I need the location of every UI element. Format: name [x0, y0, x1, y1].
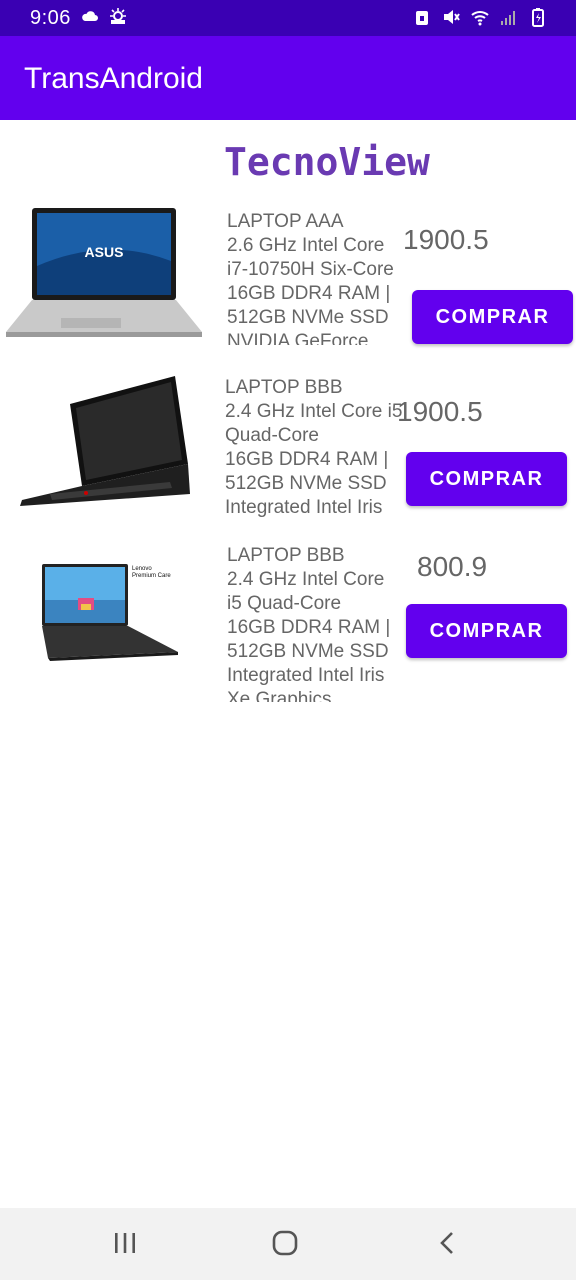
recent-apps-icon[interactable]	[112, 1230, 138, 1256]
laptop-image	[20, 376, 190, 506]
weather-sun-cloud-icon	[110, 8, 126, 24]
alarm-lock-icon	[416, 11, 428, 25]
status-time: 9:06	[30, 7, 71, 29]
product-description: LAPTOP BBB 2.4 GHz Intel Core i5 Quad-Co…	[225, 377, 403, 518]
product-card: Lenovo Premium Care LAPTOP BBB 2.4 GHz I…	[0, 540, 576, 705]
svg-text:ASUS: ASUS	[85, 244, 124, 260]
battery-icon	[532, 8, 544, 27]
buy-button[interactable]: COMPRAR	[406, 604, 567, 658]
product-price: 1900.5	[397, 396, 483, 427]
laptop-image: Lenovo Premium Care	[38, 560, 184, 665]
back-icon[interactable]	[436, 1230, 460, 1256]
signal-icon	[501, 11, 515, 25]
home-icon[interactable]	[272, 1230, 298, 1256]
wifi-icon	[471, 11, 489, 26]
product-price: 1900.5	[403, 224, 489, 255]
brand-title: TecnoView	[224, 140, 430, 184]
product-card: LAPTOP BBB 2.4 GHz Intel Core i5 Quad-Co…	[0, 370, 576, 520]
brand-caption: Lenovo Premium Care	[132, 566, 171, 579]
buy-button[interactable]: COMPRAR	[406, 452, 567, 506]
product-description: LAPTOP BBB 2.4 GHz Intel Core i5 Quad-Co…	[227, 545, 391, 702]
product-description: LAPTOP AAA 2.6 GHz Intel Core i7-10750H …	[227, 211, 394, 345]
app-title: TransAndroid	[24, 62, 203, 95]
system-navigation-bar	[0, 1208, 576, 1280]
product-price: 800.9	[417, 551, 488, 582]
cloud-icon	[82, 11, 98, 21]
app-bar: TransAndroid	[0, 36, 576, 120]
product-card: ASUS LAPTOP AAA 2.6 GHz Intel Core i7-10…	[0, 200, 576, 350]
buy-button[interactable]: COMPRAR	[412, 290, 573, 344]
laptop-image: ASUS	[6, 208, 202, 337]
mute-icon	[444, 10, 460, 24]
status-bar: 9:06	[0, 0, 576, 36]
